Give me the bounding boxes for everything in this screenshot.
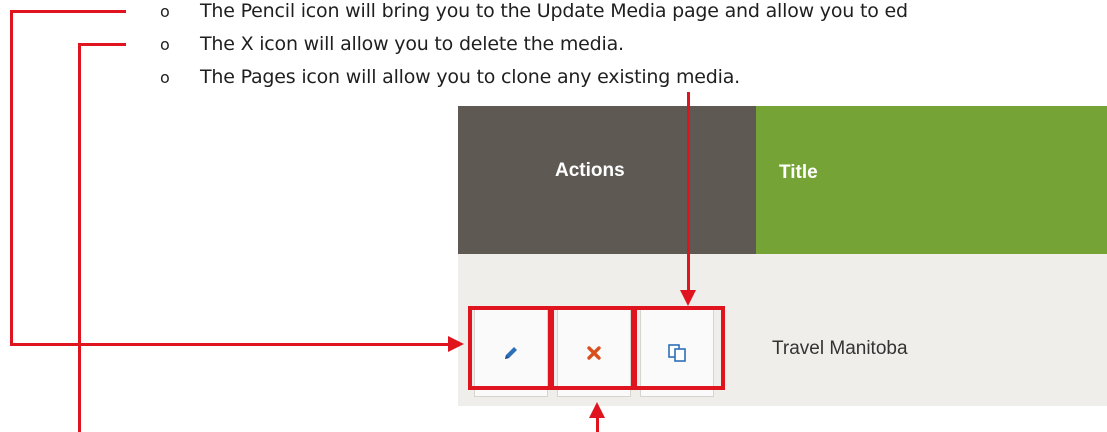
bullet-text: The X icon will allow you to delete the … [200,33,624,55]
callout-line-pencil-bottom [10,343,450,346]
callout-line-x-up [596,418,599,432]
bullet-text: The Pencil icon will bring you to the Up… [200,0,908,22]
callout-line-pencil-left [10,10,13,346]
callout-arrow-pages [680,290,696,306]
delete-button[interactable] [557,309,631,397]
callout-line-x-left [78,43,81,432]
callout-arrow-pencil [448,336,464,352]
bullet-marker: o [160,68,170,87]
title-column-header[interactable]: Title [756,106,1107,254]
pencil-icon [505,347,517,359]
bullet-text: The Pages icon will allow you to clone a… [200,66,740,88]
bullet-marker: o [160,2,170,21]
bullet-pencil: o The Pencil icon will bring you to the U… [160,0,908,22]
media-title-cell: Travel Manitoba [772,338,908,359]
title-header-label: Title [779,162,818,183]
media-table-screenshot: Actions Title Travel Manitoba [458,106,1107,406]
callout-line-x-top [78,43,126,46]
pages-icon [668,344,686,362]
callout-line-pencil-top [10,10,126,13]
bullet-marker: o [160,35,170,54]
callout-line-pages [687,92,690,292]
callout-arrow-x [589,402,605,418]
actions-column-header: Actions [458,106,756,254]
actions-header-label: Actions [555,160,625,181]
bullet-x: o The X icon will allow you to delete the… [160,33,624,55]
x-icon [587,346,601,360]
clone-button[interactable] [640,309,714,397]
bullet-pages: o The Pages icon will allow you to clone … [160,66,740,88]
edit-button[interactable] [474,309,548,397]
